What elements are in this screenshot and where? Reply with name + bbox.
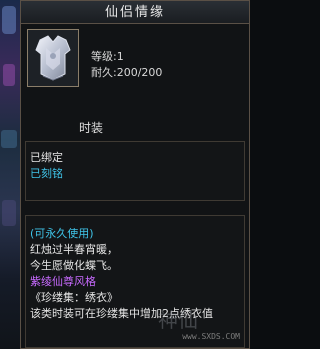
background-game-strip [0,0,20,349]
item-type: 时装 [78,121,103,135]
desc-line-poem-1: 红烛过半春宵暖， [30,243,118,256]
bind-status-engraved: 已刻铭 [30,167,63,180]
item-level: 等级:1 [91,50,124,63]
desc-line-permanent: (可永久使用) [30,227,94,240]
watermark-logo: 神仙 [158,308,198,332]
item-stats: 等级:1 耐久:200/200 [91,49,162,81]
item-icon-frame [27,29,79,87]
background-decor [3,64,15,86]
desc-line-poem-2: 今生愿做化蝶飞。 [30,259,118,272]
bind-status-bound: 已绑定 [30,151,63,164]
description-panel: (可永久使用) 红烛过半春宵暖， 今生愿做化蝶飞。 紫绫仙尊风格 《珍缕集：绣衣… [25,215,245,348]
background-decor [2,6,16,34]
svg-text:神仙: 神仙 [158,308,198,332]
background-decor [1,130,17,148]
background-decor [2,200,16,226]
item-durability: 耐久:200/200 [91,66,163,79]
bind-status-panel: 已绑定 已刻铭 [25,141,245,201]
item-title: 仙侣情缘 [104,5,165,20]
desc-line-collection: 《珍缕集：绣衣》 [30,291,118,304]
tooltip-title-bar: 仙侣情缘 [21,1,249,24]
watermark-text: www.SXDS.COM [182,332,240,341]
item-tooltip: 仙侣情缘 等级:1 耐久:200/200 时装 已绑定 已刻铭 (可永久使用) … [20,0,250,349]
desc-line-style: 紫绫仙尊风格 [30,275,96,288]
armor-icon [35,35,71,81]
